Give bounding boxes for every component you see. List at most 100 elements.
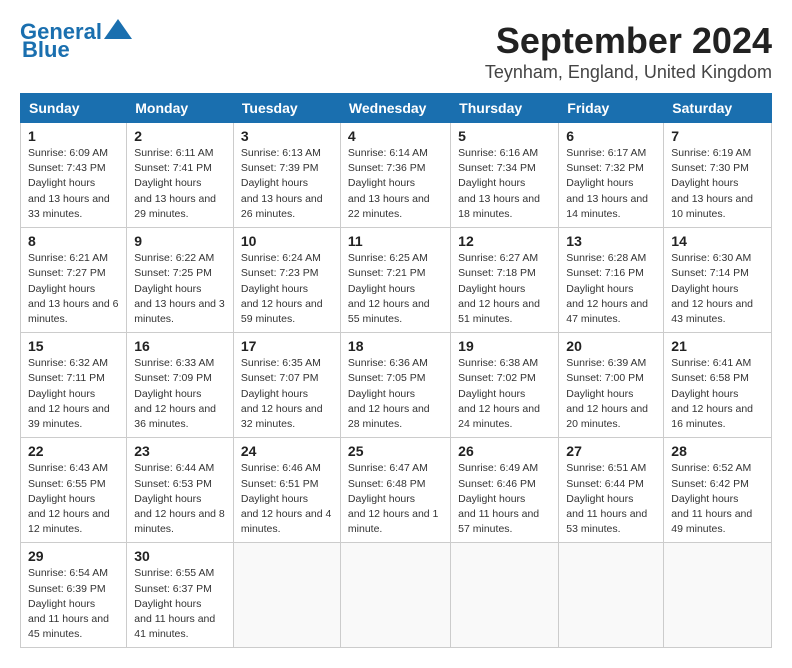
day-info: Sunrise: 6:54 AMSunset: 6:39 PMDaylight …	[28, 566, 119, 642]
day-number: 26	[458, 443, 551, 459]
table-row: 6 Sunrise: 6:17 AMSunset: 7:32 PMDayligh…	[559, 123, 664, 228]
table-row: 5 Sunrise: 6:16 AMSunset: 7:34 PMDayligh…	[451, 123, 559, 228]
day-info: Sunrise: 6:19 AMSunset: 7:30 PMDaylight …	[671, 146, 764, 222]
table-row: 3 Sunrise: 6:13 AMSunset: 7:39 PMDayligh…	[233, 123, 340, 228]
day-info: Sunrise: 6:43 AMSunset: 6:55 PMDaylight …	[28, 461, 119, 537]
calendar-week-row: 1 Sunrise: 6:09 AMSunset: 7:43 PMDayligh…	[21, 123, 772, 228]
calendar-subtitle: Teynham, England, United Kingdom	[485, 62, 772, 83]
day-info: Sunrise: 6:35 AMSunset: 7:07 PMDaylight …	[241, 356, 333, 432]
day-info: Sunrise: 6:13 AMSunset: 7:39 PMDaylight …	[241, 146, 333, 222]
table-row: 21 Sunrise: 6:41 AMSunset: 6:58 PMDaylig…	[664, 333, 772, 438]
day-number: 8	[28, 233, 119, 249]
table-row: 16 Sunrise: 6:33 AMSunset: 7:09 PMDaylig…	[127, 333, 234, 438]
day-info: Sunrise: 6:11 AMSunset: 7:41 PMDaylight …	[134, 146, 226, 222]
calendar-week-row: 29 Sunrise: 6:54 AMSunset: 6:39 PMDaylig…	[21, 543, 772, 648]
day-info: Sunrise: 6:33 AMSunset: 7:09 PMDaylight …	[134, 356, 226, 432]
day-number: 12	[458, 233, 551, 249]
page-header: General Blue September 2024 Teynham, Eng…	[20, 20, 772, 83]
day-info: Sunrise: 6:21 AMSunset: 7:27 PMDaylight …	[28, 251, 119, 327]
day-number: 17	[241, 338, 333, 354]
day-info: Sunrise: 6:44 AMSunset: 6:53 PMDaylight …	[134, 461, 226, 537]
table-row: 13 Sunrise: 6:28 AMSunset: 7:16 PMDaylig…	[559, 228, 664, 333]
table-row: 24 Sunrise: 6:46 AMSunset: 6:51 PMDaylig…	[233, 438, 340, 543]
day-info: Sunrise: 6:25 AMSunset: 7:21 PMDaylight …	[348, 251, 443, 327]
table-row: 11 Sunrise: 6:25 AMSunset: 7:21 PMDaylig…	[340, 228, 450, 333]
table-row: 14 Sunrise: 6:30 AMSunset: 7:14 PMDaylig…	[664, 228, 772, 333]
day-number: 19	[458, 338, 551, 354]
day-number: 14	[671, 233, 764, 249]
day-info: Sunrise: 6:39 AMSunset: 7:00 PMDaylight …	[566, 356, 656, 432]
day-number: 4	[348, 128, 443, 144]
day-number: 21	[671, 338, 764, 354]
logo: General Blue	[20, 20, 132, 62]
table-row: 7 Sunrise: 6:19 AMSunset: 7:30 PMDayligh…	[664, 123, 772, 228]
day-info: Sunrise: 6:32 AMSunset: 7:11 PMDaylight …	[28, 356, 119, 432]
day-info: Sunrise: 6:49 AMSunset: 6:46 PMDaylight …	[458, 461, 551, 537]
calendar-title: September 2024	[485, 20, 772, 62]
calendar-week-row: 15 Sunrise: 6:32 AMSunset: 7:11 PMDaylig…	[21, 333, 772, 438]
header-thursday: Thursday	[451, 94, 559, 123]
table-row: 10 Sunrise: 6:24 AMSunset: 7:23 PMDaylig…	[233, 228, 340, 333]
day-number: 18	[348, 338, 443, 354]
header-sunday: Sunday	[21, 94, 127, 123]
table-row: 29 Sunrise: 6:54 AMSunset: 6:39 PMDaylig…	[21, 543, 127, 648]
day-info: Sunrise: 6:46 AMSunset: 6:51 PMDaylight …	[241, 461, 333, 537]
table-row	[559, 543, 664, 648]
day-number: 5	[458, 128, 551, 144]
table-row	[233, 543, 340, 648]
logo-blue-text: Blue	[22, 37, 70, 62]
day-number: 23	[134, 443, 226, 459]
day-info: Sunrise: 6:14 AMSunset: 7:36 PMDaylight …	[348, 146, 443, 222]
table-row: 28 Sunrise: 6:52 AMSunset: 6:42 PMDaylig…	[664, 438, 772, 543]
day-info: Sunrise: 6:38 AMSunset: 7:02 PMDaylight …	[458, 356, 551, 432]
day-info: Sunrise: 6:47 AMSunset: 6:48 PMDaylight …	[348, 461, 443, 537]
day-info: Sunrise: 6:30 AMSunset: 7:14 PMDaylight …	[671, 251, 764, 327]
day-number: 27	[566, 443, 656, 459]
table-row: 9 Sunrise: 6:22 AMSunset: 7:25 PMDayligh…	[127, 228, 234, 333]
table-row: 4 Sunrise: 6:14 AMSunset: 7:36 PMDayligh…	[340, 123, 450, 228]
table-row: 19 Sunrise: 6:38 AMSunset: 7:02 PMDaylig…	[451, 333, 559, 438]
day-number: 1	[28, 128, 119, 144]
day-info: Sunrise: 6:17 AMSunset: 7:32 PMDaylight …	[566, 146, 656, 222]
day-number: 22	[28, 443, 119, 459]
table-row: 1 Sunrise: 6:09 AMSunset: 7:43 PMDayligh…	[21, 123, 127, 228]
day-info: Sunrise: 6:28 AMSunset: 7:16 PMDaylight …	[566, 251, 656, 327]
header-tuesday: Tuesday	[233, 94, 340, 123]
table-row: 8 Sunrise: 6:21 AMSunset: 7:27 PMDayligh…	[21, 228, 127, 333]
day-info: Sunrise: 6:41 AMSunset: 6:58 PMDaylight …	[671, 356, 764, 432]
day-info: Sunrise: 6:22 AMSunset: 7:25 PMDaylight …	[134, 251, 226, 327]
logo-icon	[104, 19, 132, 39]
day-info: Sunrise: 6:52 AMSunset: 6:42 PMDaylight …	[671, 461, 764, 537]
day-number: 10	[241, 233, 333, 249]
header-wednesday: Wednesday	[340, 94, 450, 123]
table-row: 27 Sunrise: 6:51 AMSunset: 6:44 PMDaylig…	[559, 438, 664, 543]
day-number: 25	[348, 443, 443, 459]
day-info: Sunrise: 6:51 AMSunset: 6:44 PMDaylight …	[566, 461, 656, 537]
table-row: 20 Sunrise: 6:39 AMSunset: 7:00 PMDaylig…	[559, 333, 664, 438]
day-number: 3	[241, 128, 333, 144]
day-number: 2	[134, 128, 226, 144]
day-number: 15	[28, 338, 119, 354]
day-number: 16	[134, 338, 226, 354]
day-number: 30	[134, 548, 226, 564]
day-number: 7	[671, 128, 764, 144]
day-number: 20	[566, 338, 656, 354]
day-number: 13	[566, 233, 656, 249]
title-block: September 2024 Teynham, England, United …	[485, 20, 772, 83]
table-row: 23 Sunrise: 6:44 AMSunset: 6:53 PMDaylig…	[127, 438, 234, 543]
table-row: 18 Sunrise: 6:36 AMSunset: 7:05 PMDaylig…	[340, 333, 450, 438]
day-info: Sunrise: 6:55 AMSunset: 6:37 PMDaylight …	[134, 566, 226, 642]
table-row: 25 Sunrise: 6:47 AMSunset: 6:48 PMDaylig…	[340, 438, 450, 543]
day-number: 29	[28, 548, 119, 564]
day-number: 9	[134, 233, 226, 249]
day-number: 24	[241, 443, 333, 459]
table-row: 12 Sunrise: 6:27 AMSunset: 7:18 PMDaylig…	[451, 228, 559, 333]
day-number: 6	[566, 128, 656, 144]
header-saturday: Saturday	[664, 94, 772, 123]
day-number: 28	[671, 443, 764, 459]
table-row	[664, 543, 772, 648]
table-row: 30 Sunrise: 6:55 AMSunset: 6:37 PMDaylig…	[127, 543, 234, 648]
table-row: 26 Sunrise: 6:49 AMSunset: 6:46 PMDaylig…	[451, 438, 559, 543]
header-monday: Monday	[127, 94, 234, 123]
table-row: 15 Sunrise: 6:32 AMSunset: 7:11 PMDaylig…	[21, 333, 127, 438]
